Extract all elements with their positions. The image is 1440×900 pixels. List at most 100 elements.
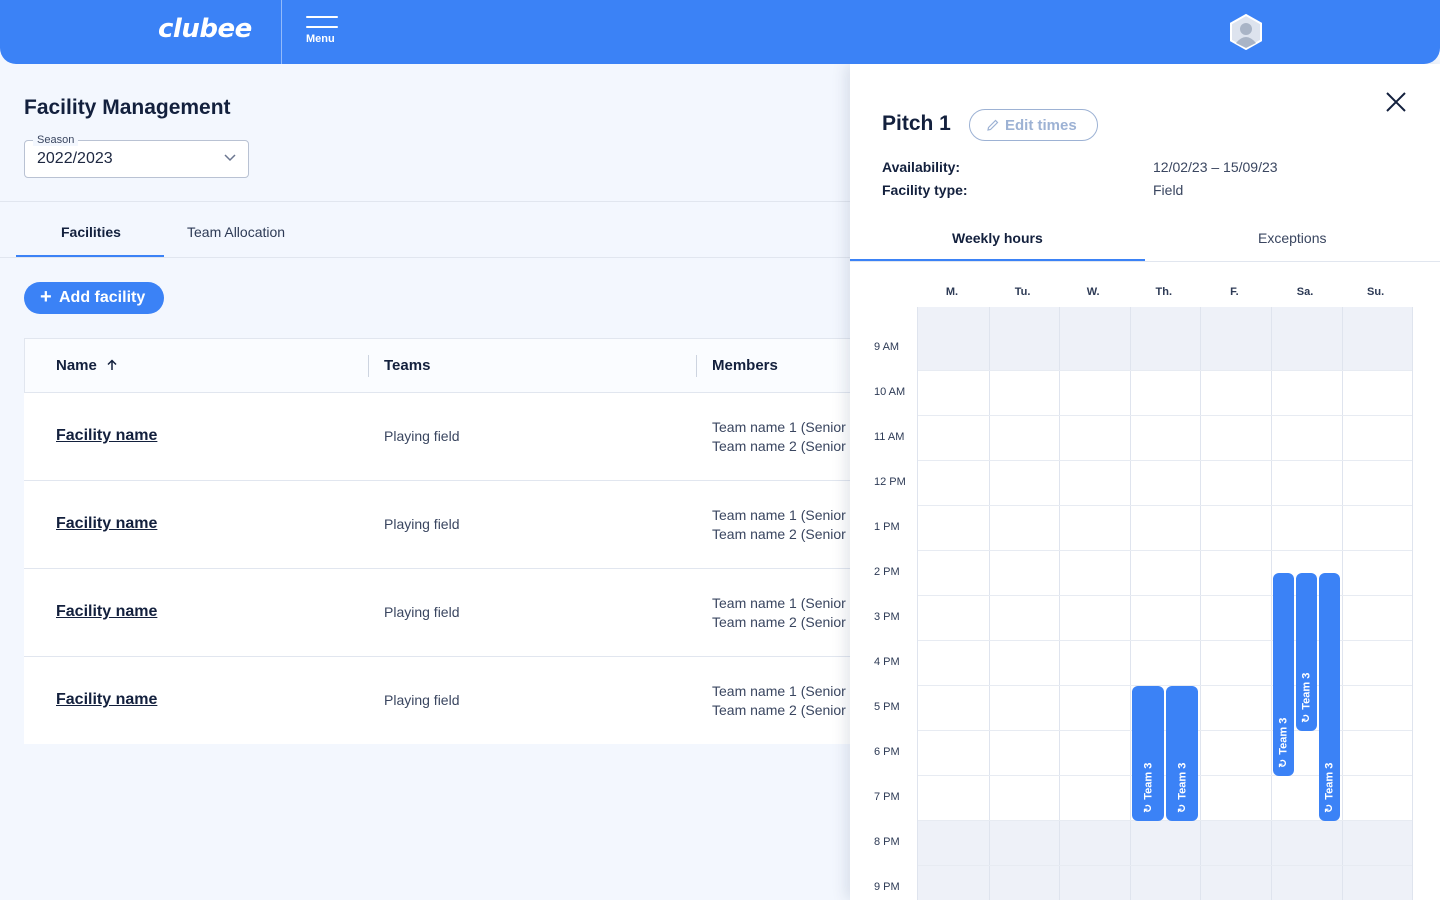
facility-members: Team name 1 (Senior Team name 2 (Senior [712,682,846,720]
hamburger-icon [306,16,338,18]
hour-label: 5 PM [874,701,900,713]
repeat-icon: ↻ [1277,758,1290,768]
tab-team-allocation[interactable]: Team Allocation [187,224,285,240]
hour-label: 10 AM [874,386,906,398]
facility-teams: Playing field [384,692,460,708]
weekly-calendar-grid[interactable]: ↻ Team 3 ↻ Team 3 ↻ Team 3 ↻ Team 3 ↻ Team 3 [917,307,1413,900]
weekday-label: M. [945,286,959,298]
event-label: ↻ Team 3 [1141,762,1154,812]
day-column-line [1130,307,1131,900]
facility-name-link[interactable]: Facility name [56,515,157,533]
hour-gridline [918,550,1412,551]
facility-members: Team name 1 (Senior Team name 2 (Senior [712,506,846,544]
add-facility-label: Add facility [59,289,146,306]
hour-label: 2 PM [874,566,900,578]
column-separator [368,355,369,377]
pencil-icon [987,119,999,131]
day-column-line [1200,307,1201,900]
add-facility-button[interactable]: + Add facility [24,282,164,314]
team-booking-event[interactable]: ↻ Team 3 [1318,573,1340,821]
hour-label: 11 AM [874,431,905,443]
tab-weekly-hours[interactable]: Weekly hours [952,230,1043,246]
plus-icon: + [40,286,52,308]
edit-times-label: Edit times [1005,117,1077,134]
hour-gridline [918,370,1412,371]
table-row: Facility name Playing field Team name 1 … [24,393,850,481]
divider [0,257,850,258]
menu-label: Menu [306,33,335,45]
column-header-label: Name [56,357,97,374]
table-header: Name Teams Members [24,338,850,393]
clubee-logo[interactable]: clubee [158,14,252,44]
team-booking-event[interactable]: ↻ Team 3 [1166,685,1199,821]
facilities-table: Name Teams Members Facility name Playing… [24,338,850,744]
sort-arrow-up-icon [107,359,117,370]
repeat-icon: ↻ [1300,713,1313,723]
hour-gridline [918,460,1412,461]
team-booking-event[interactable]: ↻ Team 3 [1131,685,1165,821]
member-line: Team name 2 (Senior [712,614,846,630]
hour-gridline [918,820,1412,821]
hour-label: 3 PM [874,611,900,623]
edit-times-button[interactable]: Edit times [969,109,1098,141]
repeat-icon: ↻ [1323,803,1336,813]
column-header-teams[interactable]: Teams [384,357,430,374]
member-line: Team name 1 (Senior [712,683,846,699]
top-bar: clubee Menu [0,0,1440,64]
header-divider [281,0,282,64]
panel-title: Pitch 1 [882,112,951,135]
facility-teams: Playing field [384,428,460,444]
divider [0,201,850,202]
hour-gridline [918,415,1412,416]
facility-members: Team name 1 (Senior Team name 2 (Senior [712,418,846,456]
day-column-line [1412,307,1413,900]
weekday-label: Th. [1155,286,1173,298]
facility-name-link[interactable]: Facility name [56,691,157,709]
event-team-name: Team 3 [1142,762,1155,800]
team-booking-event[interactable]: ↻ Team 3 [1273,573,1294,776]
column-separator [696,355,697,377]
hamburger-icon [306,26,338,28]
user-avatar-icon[interactable] [1229,14,1263,50]
close-icon[interactable] [1383,89,1409,115]
hour-label: 7 PM [874,791,900,803]
unavailable-time-block [918,307,1412,370]
hour-label: 12 PM [874,476,906,488]
facility-name-link[interactable]: Facility name [56,603,157,621]
repeat-icon: ↻ [1176,803,1189,813]
hour-gridline [918,865,1412,866]
season-label: Season [33,134,79,146]
active-tab-indicator [850,259,1145,261]
facility-type-label: Facility type: [882,182,968,198]
facility-teams: Playing field [384,604,460,620]
member-line: Team name 1 (Senior [712,419,846,435]
facility-detail-panel: Pitch 1 Edit times Availability: 12/02/2… [850,64,1440,900]
hour-label: 1 PM [874,521,900,533]
unavailable-time-block [918,820,1412,900]
table-row: Facility name Playing field Team name 1 … [24,657,850,745]
event-team-name: Team 3 [1323,762,1336,800]
column-header-members[interactable]: Members [712,357,778,374]
member-line: Team name 2 (Senior [712,702,846,718]
hour-label: 4 PM [874,656,900,668]
member-line: Team name 2 (Senior [712,526,846,542]
tab-exceptions[interactable]: Exceptions [1258,230,1326,246]
page-title: Facility Management [24,96,231,119]
repeat-icon: ↻ [1142,803,1155,813]
event-label: ↻ Team 3 [1277,717,1290,767]
weekday-label: W. [1086,286,1100,298]
team-booking-event[interactable]: ↻ Team 3 [1295,573,1317,731]
active-tab-indicator [16,255,164,257]
day-column-line [1059,307,1060,900]
event-label: ↻ Team 3 [1323,762,1336,812]
weekday-label: Sa. [1296,286,1314,298]
event-label: ↻ Team 3 [1300,672,1313,722]
event-label: ↻ Team 3 [1176,762,1189,812]
column-header-name[interactable]: Name [56,357,118,374]
facility-name-link[interactable]: Facility name [56,427,157,445]
menu-button[interactable]: Menu [302,14,342,52]
tab-facilities[interactable]: Facilities [61,224,121,240]
member-line: Team name 1 (Senior [712,507,846,523]
weekday-label: Su. [1367,286,1385,298]
season-select[interactable]: Season 2022/2023 [24,134,249,178]
